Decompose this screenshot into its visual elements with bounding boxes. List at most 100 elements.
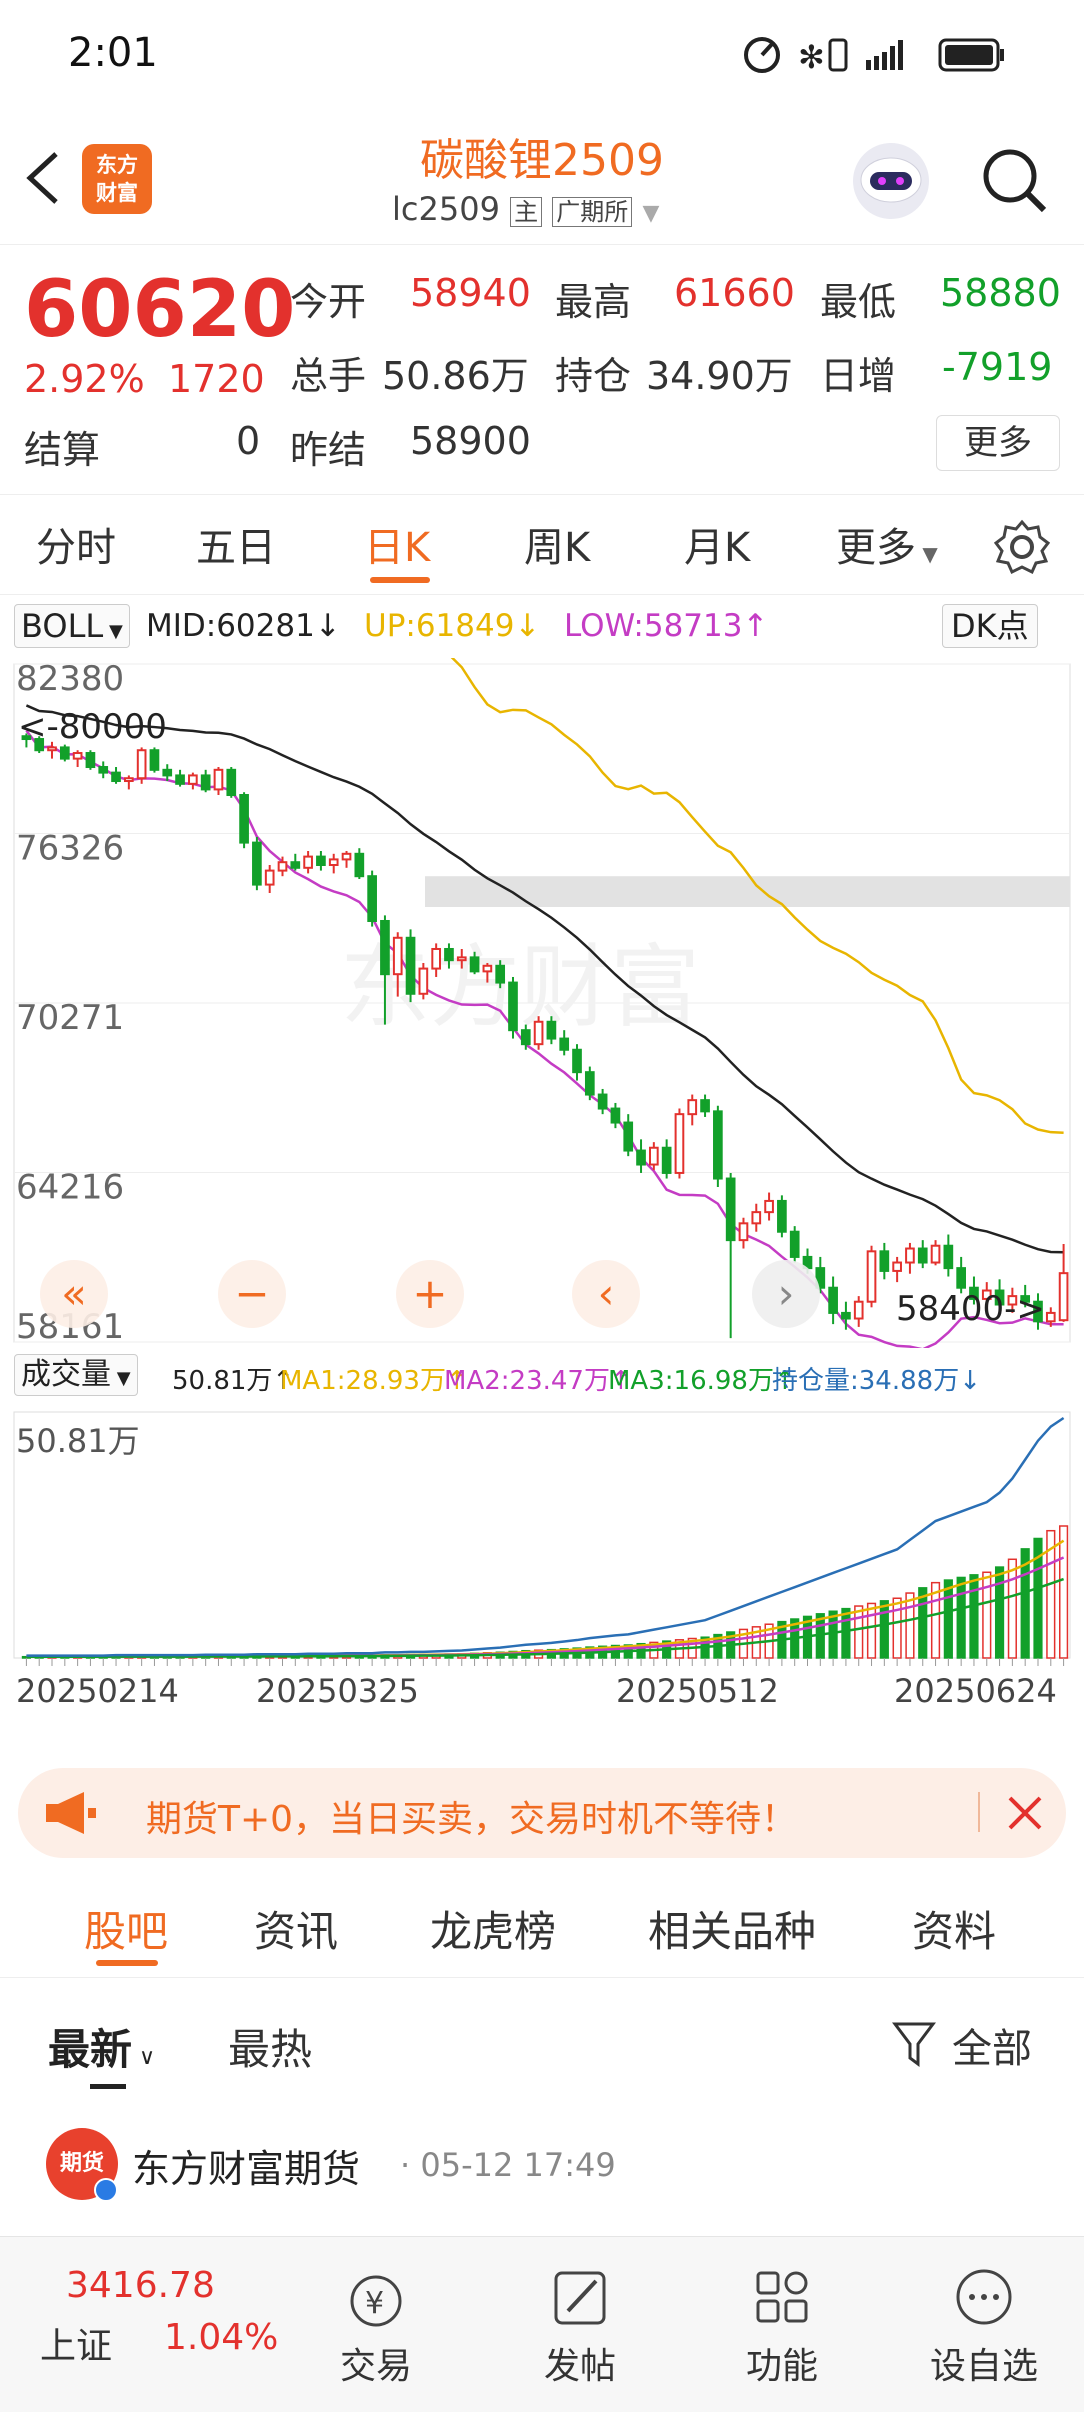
candle-body: [431, 947, 442, 970]
candle-body: [252, 841, 262, 886]
nav-trade[interactable]: ¥ 交易: [296, 2237, 456, 2413]
close-icon[interactable]: [1006, 1794, 1044, 1832]
promo-banner[interactable]: 期货T+0，当日买卖，交易时机不等待！: [18, 1768, 1066, 1858]
volume-bar: [905, 1592, 915, 1659]
filter-icon[interactable]: [892, 2020, 936, 2068]
status-time: 2:01: [68, 30, 158, 76]
candle-body: [892, 1261, 902, 1272]
candle-body: [713, 1110, 723, 1180]
index-change: 1.04%: [164, 2317, 279, 2358]
volume-bar: [956, 1576, 966, 1659]
sort-hot[interactable]: 最热: [228, 2016, 312, 2077]
candle-body: [316, 855, 326, 867]
annotation-low: 58400->: [896, 1289, 1045, 1329]
change-value: 1720: [168, 357, 265, 401]
high-label: 最高: [555, 280, 632, 324]
tab-daily-k[interactable]: 日K: [364, 515, 430, 573]
status-bar: 2:01 ✻: [0, 0, 1084, 110]
candle-body: [1058, 1272, 1069, 1322]
sort-latest[interactable]: 最新 ∨: [48, 2016, 155, 2077]
volume-ma2-label: MA2:23.47万↑: [444, 1366, 632, 1396]
kline-plot[interactable]: 8238076326702716421658161东方财富<-800005840…: [0, 658, 1084, 1348]
candle-body: [879, 1250, 890, 1272]
bottom-nav-bar: 3416.78 上证 1.04% ¥ 交易 发帖 功能 设自选: [0, 2236, 1084, 2412]
candle-body: [456, 956, 467, 962]
scroll-right-button[interactable]: ›: [752, 1260, 820, 1328]
volume-indicator-selector[interactable]: 成交量 ▼: [14, 1354, 138, 1396]
price-gap-band: [425, 876, 1070, 907]
tab-dragon-tiger[interactable]: 龙虎榜: [430, 1898, 556, 1959]
volume-bar: [1007, 1558, 1017, 1659]
candle-body: [764, 1199, 774, 1214]
tab-five-day[interactable]: 五日: [196, 515, 276, 573]
nav-post[interactable]: 发帖: [500, 2237, 660, 2413]
indicator-selector[interactable]: BOLL ▼: [14, 604, 130, 648]
zoom-out-button[interactable]: −: [218, 1260, 286, 1328]
candle-body: [610, 1107, 621, 1124]
candle-body: [636, 1149, 646, 1166]
candle-body: [866, 1250, 877, 1303]
scroll-left-fast-button[interactable]: «: [40, 1260, 108, 1328]
volume-bar: [892, 1597, 902, 1659]
boll-up-value: UP:61849↓: [364, 608, 541, 644]
dk-point-button[interactable]: DK点: [942, 604, 1038, 648]
annotation-high: <-80000: [18, 707, 167, 747]
svg-text:−: −: [234, 1269, 269, 1318]
daily-increase-value: -7919: [942, 345, 1053, 389]
index-name: 上证: [40, 2326, 113, 2367]
tab-intraday[interactable]: 分时: [36, 515, 116, 573]
volume-plot[interactable]: 50.81万 20250214 20250325 20250512 20250624: [0, 1408, 1084, 1744]
verified-badge-icon: [94, 2178, 118, 2202]
content-tab-indicator: [96, 1960, 158, 1966]
post-time: · 05-12 17:49: [400, 2146, 616, 2184]
boll-low-value: LOW:58713↑: [564, 608, 769, 644]
market-index-widget[interactable]: 3416.78 上证 1.04%: [0, 2237, 280, 2413]
trade-icon: ¥: [350, 2275, 402, 2327]
volume-ma3-label: MA3:16.98万↑: [608, 1366, 796, 1396]
back-arrow-icon[interactable]: [22, 148, 62, 208]
robot-assistant-icon[interactable]: [848, 138, 934, 224]
candle-body: [661, 1146, 672, 1174]
search-icon[interactable]: [980, 146, 1050, 216]
zoom-in-button[interactable]: +: [396, 1260, 464, 1328]
tab-related[interactable]: 相关品种: [648, 1898, 816, 1959]
candle-body: [828, 1286, 838, 1314]
more-quote-button[interactable]: 更多: [936, 415, 1060, 471]
candle-body: [188, 774, 198, 785]
nav-add-watchlist[interactable]: 设自选: [904, 2237, 1064, 2413]
tab-profile[interactable]: 资料: [912, 1898, 996, 1959]
settle-value: 0: [236, 419, 261, 463]
candle-body: [751, 1211, 762, 1225]
volume-bar: [969, 1574, 979, 1659]
candle-body: [789, 1230, 800, 1258]
candle-body: [380, 919, 390, 976]
candle-body: [700, 1099, 710, 1113]
prev-settle-value: 58900: [410, 419, 531, 463]
volume-value: 50.86万: [382, 354, 529, 398]
forum-post[interactable]: 期货 东方财富期货 · 05-12 17:49: [0, 2090, 1084, 2240]
candle-body: [584, 1071, 595, 1096]
tab-more[interactable]: 更多 ▼: [836, 515, 938, 573]
main-contract-tag: 主: [510, 197, 543, 227]
volume-bar: [1059, 1525, 1069, 1659]
candle-body: [738, 1222, 749, 1242]
nav-functions[interactable]: 功能: [702, 2237, 862, 2413]
settings-gear-icon[interactable]: [994, 519, 1050, 575]
prev-settle-label: 昨结: [290, 428, 367, 472]
candle-body: [200, 774, 211, 791]
filter-all[interactable]: 全部: [952, 2016, 1032, 2074]
scroll-left-button[interactable]: ‹: [572, 1260, 640, 1328]
candle-body: [533, 1020, 544, 1046]
candle-body: [482, 964, 493, 973]
tab-news[interactable]: 资讯: [254, 1898, 338, 1959]
post-author[interactable]: 东方财富期货: [132, 2138, 360, 2193]
svg-text:✻: ✻: [798, 38, 825, 76]
low-label: 最低: [820, 280, 897, 324]
tab-monthly-k[interactable]: 月K: [684, 515, 750, 573]
app-logo: 东方 财富: [82, 144, 152, 214]
y-axis-tick-label: 76326: [16, 828, 124, 868]
tab-stock-forum[interactable]: 股吧: [84, 1898, 168, 1959]
megaphone-icon: [46, 1792, 96, 1834]
candle-body: [1045, 1311, 1056, 1323]
tab-weekly-k[interactable]: 周K: [524, 515, 590, 573]
